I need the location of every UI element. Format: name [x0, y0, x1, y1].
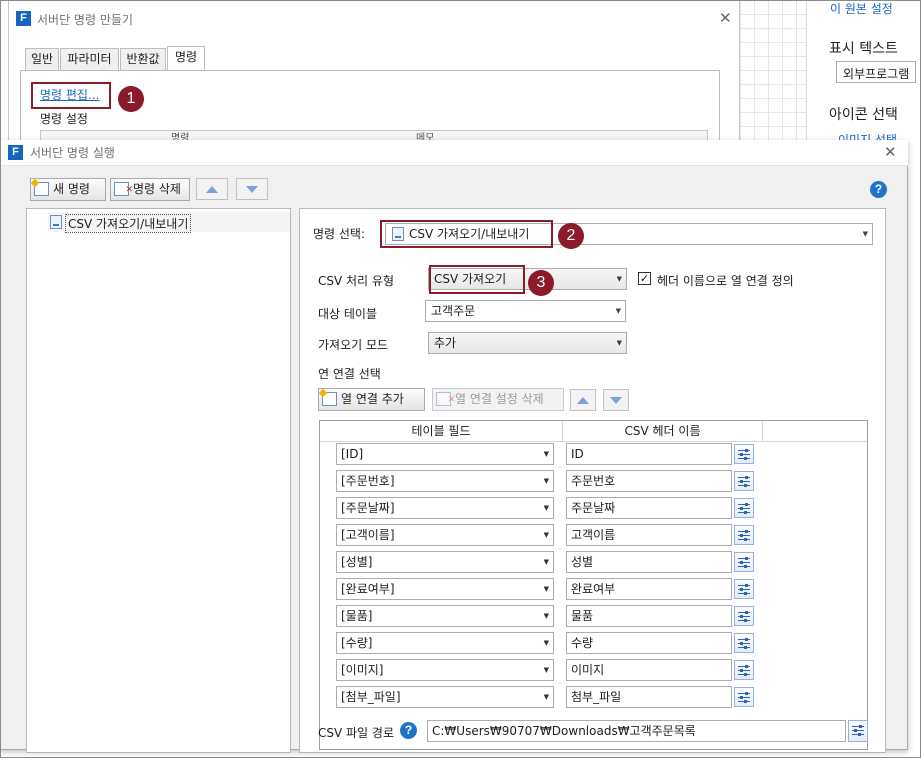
window-frame — [0, 0, 921, 758]
